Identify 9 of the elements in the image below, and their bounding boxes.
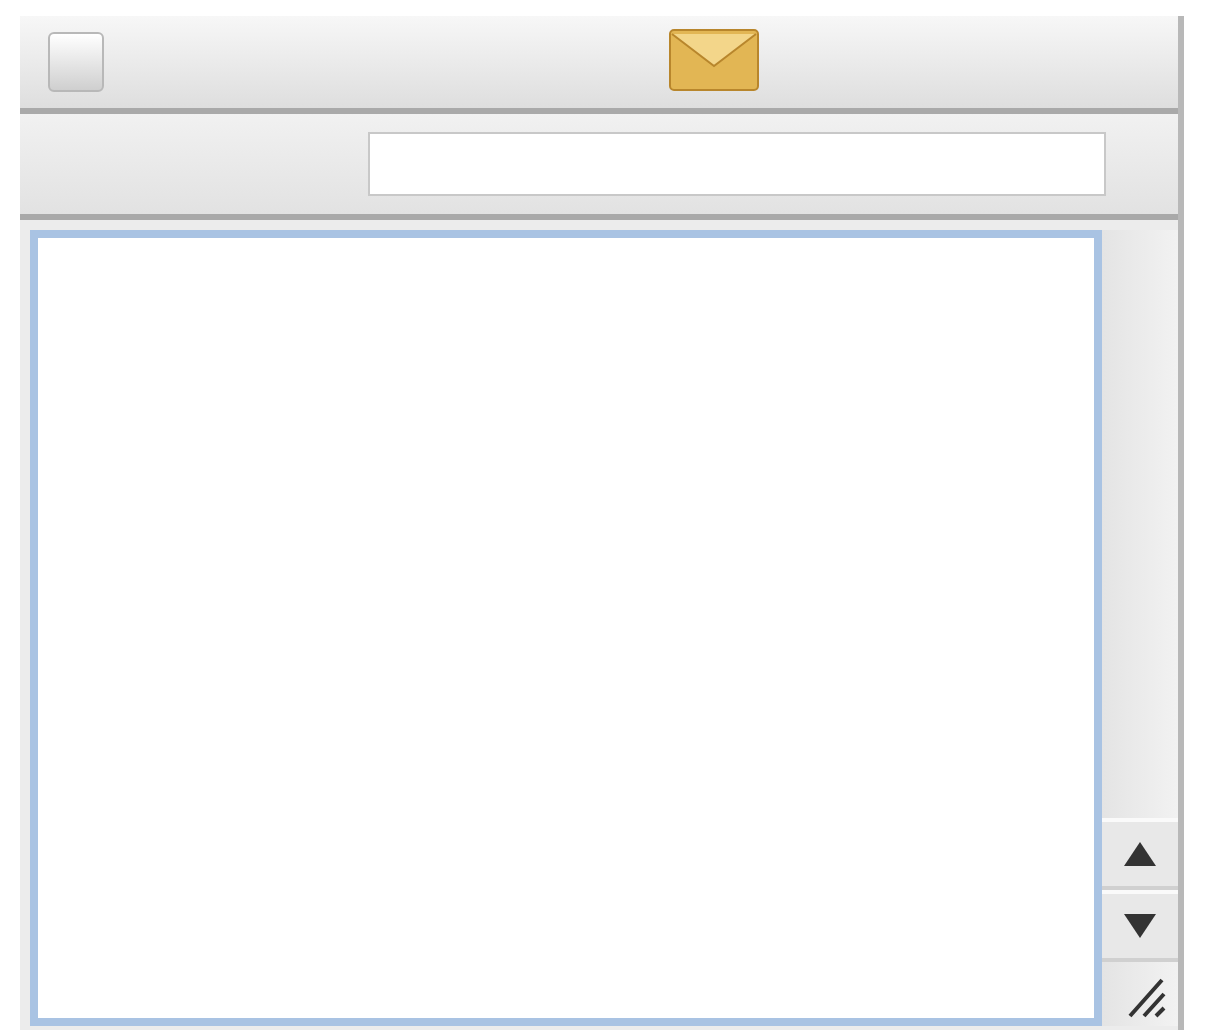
down-arrow-icon (1124, 914, 1156, 938)
scroll-up-button[interactable] (1102, 818, 1178, 890)
scrollbar[interactable] (1102, 230, 1178, 1026)
scroll-down-button[interactable] (1102, 890, 1178, 962)
address-field[interactable] (368, 132, 1106, 196)
window-button[interactable] (48, 32, 104, 92)
up-arrow-icon (1124, 842, 1156, 866)
envelope-icon (668, 28, 760, 92)
resize-grip-icon[interactable] (1126, 974, 1166, 1018)
